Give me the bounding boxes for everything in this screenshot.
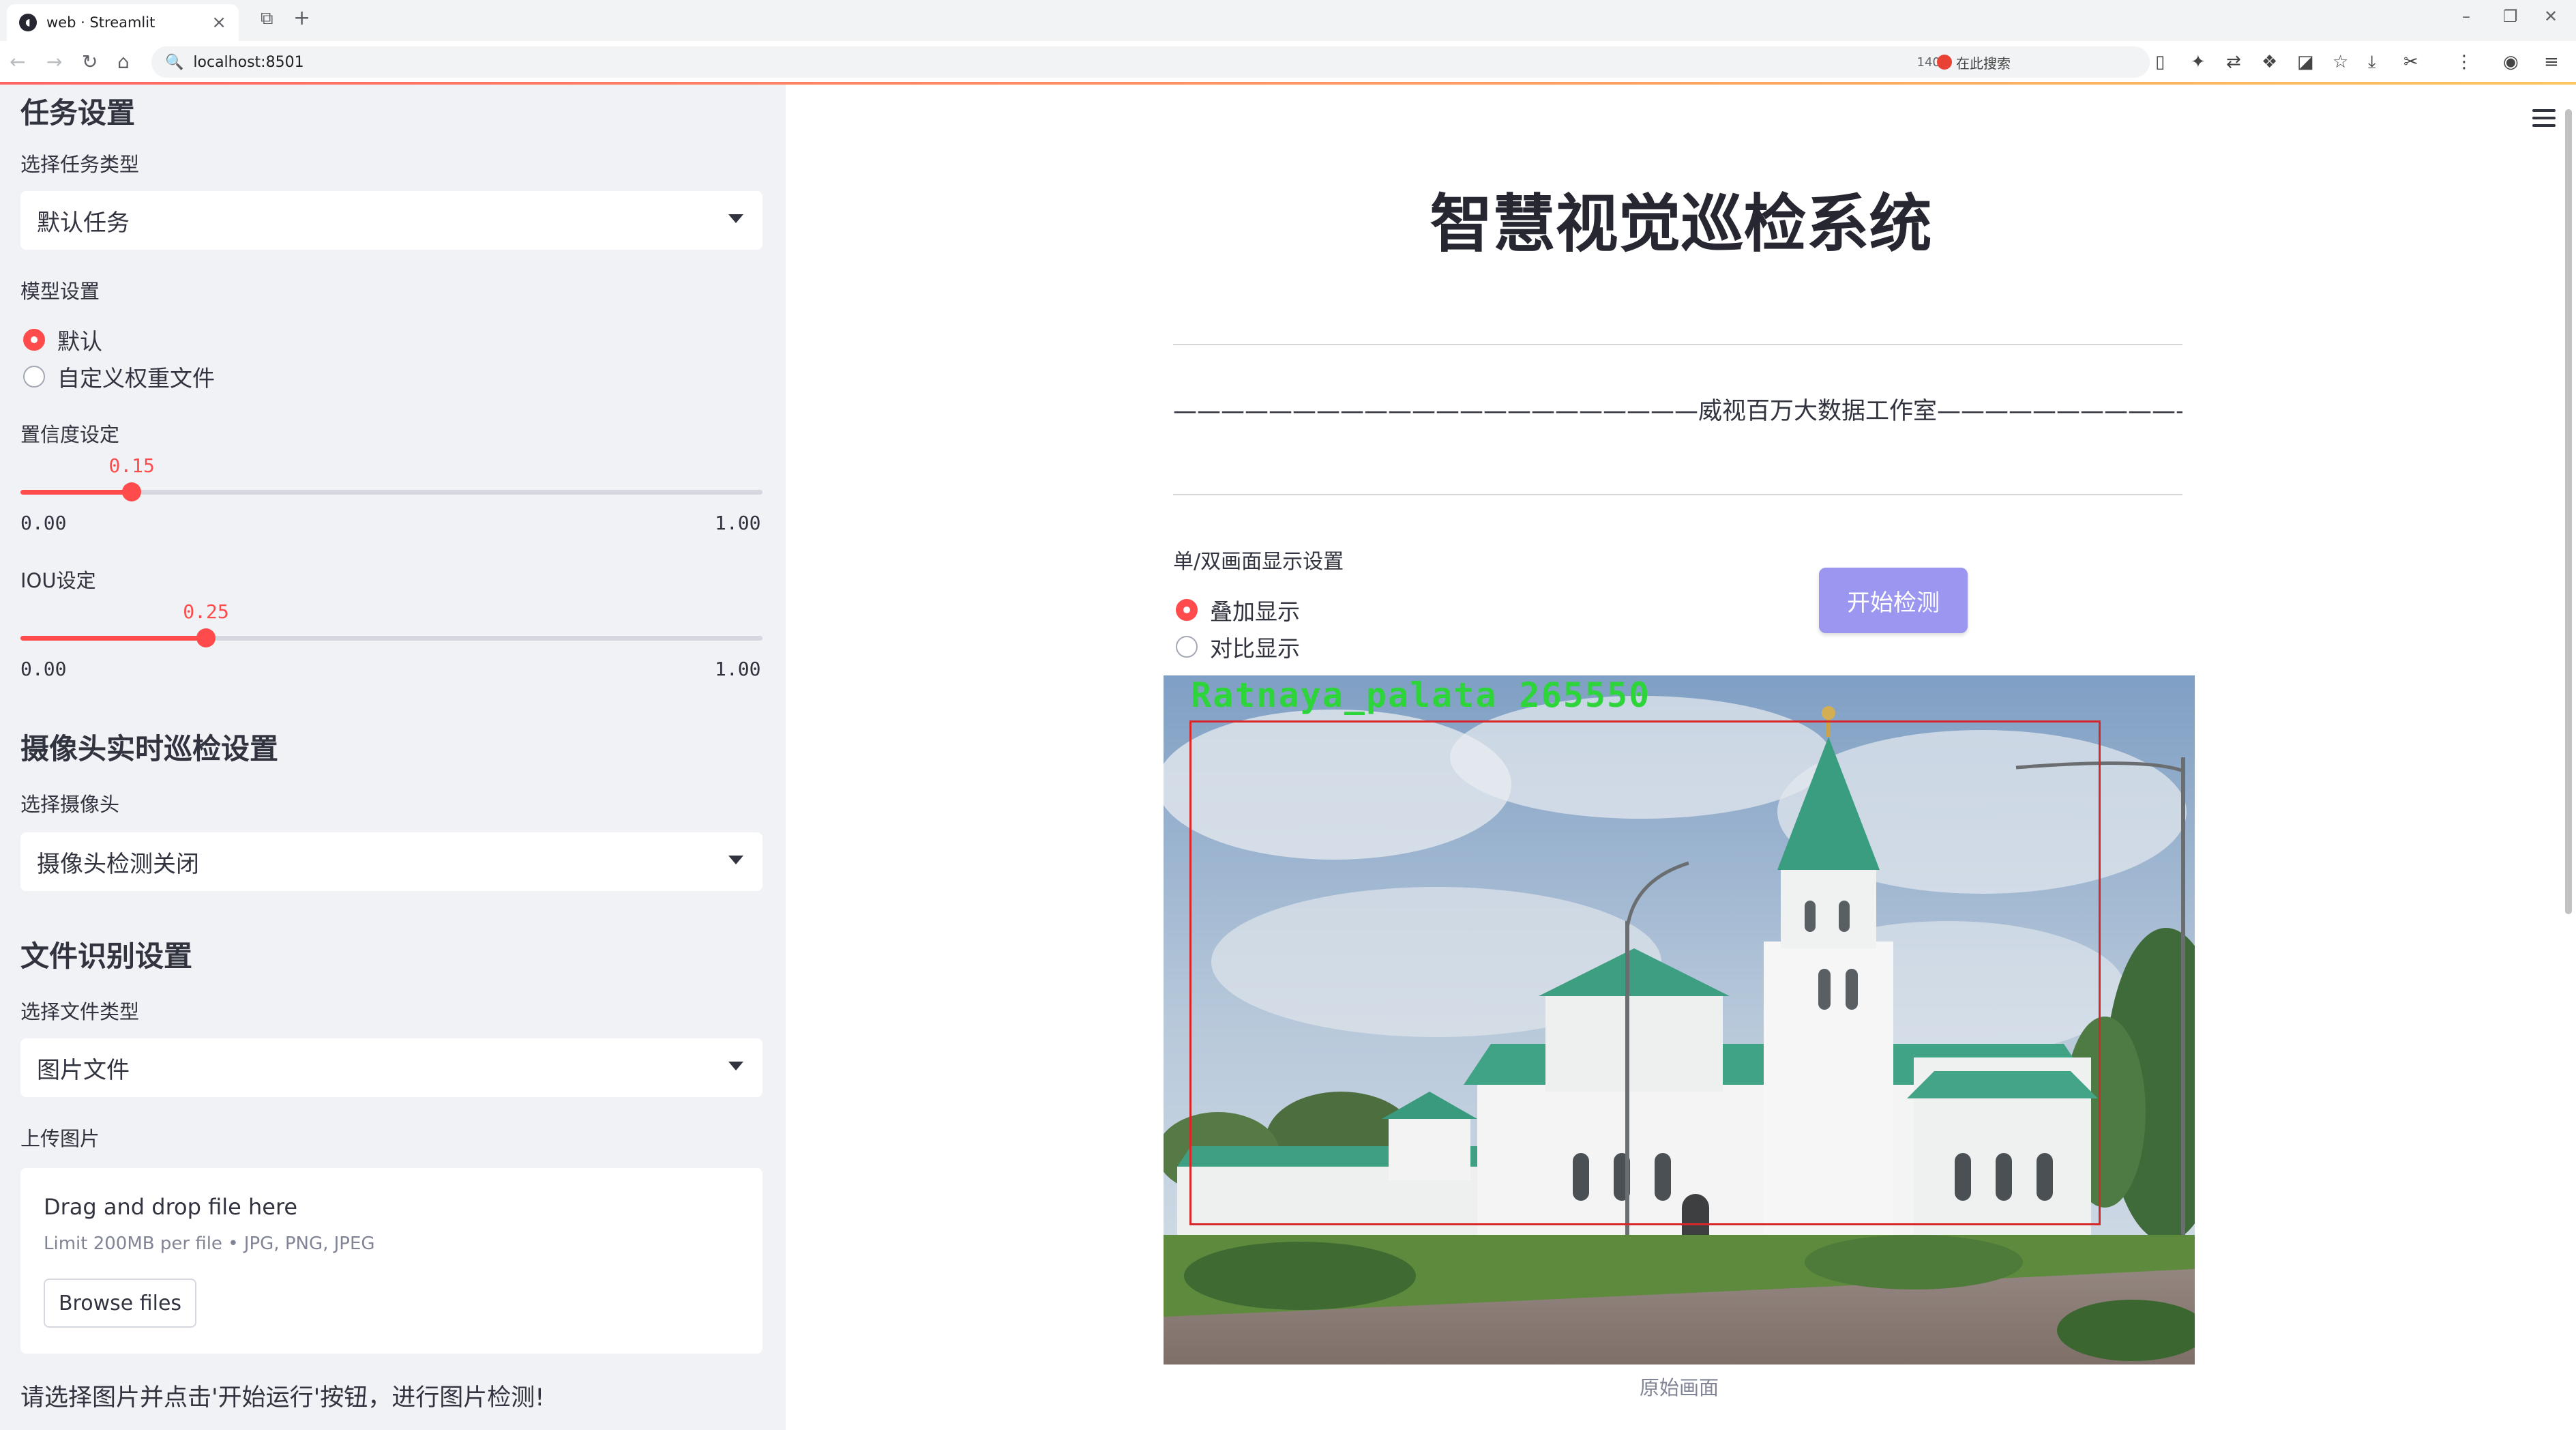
- model-label: 模型设置: [20, 280, 100, 303]
- radio-unchecked-icon: [23, 366, 45, 388]
- display-mode-label: 单/双画面显示设置: [1173, 550, 1344, 574]
- reload-icon[interactable]: ↻: [82, 50, 98, 73]
- model-option-label: 自定义权重文件: [57, 365, 215, 392]
- hamburger-menu-icon[interactable]: [2532, 109, 2556, 132]
- tab-group-icon[interactable]: ⧉: [261, 8, 273, 29]
- file-dropzone[interactable]: Drag and drop file here Limit 200MB per …: [20, 1168, 763, 1354]
- iou-slider-fill: [20, 636, 206, 641]
- app-icon[interactable]: ◪: [2297, 52, 2314, 72]
- dropzone-limit: Limit 200MB per file • JPG, PNG, JPEG: [44, 1234, 375, 1254]
- tab-title: web · Streamlit: [46, 14, 156, 31]
- display-option-label: 叠加显示: [1210, 598, 1300, 625]
- camera-select[interactable]: 摄像头检测关闭: [20, 832, 763, 891]
- file-type-label: 选择文件类型: [20, 1000, 140, 1023]
- radio-checked-icon: [1176, 599, 1198, 621]
- browser-tabbar: ◖ web · Streamlit × ⧉ + – ❐ ✕: [0, 0, 2576, 41]
- browser-menu-icon[interactable]: ≡: [2544, 52, 2559, 72]
- profile-avatar-icon[interactable]: ◉: [2503, 52, 2519, 72]
- address-input[interactable]: 🔍 localhost:8501 140%: [151, 46, 2150, 78]
- model-option-label: 默认: [57, 328, 102, 355]
- mobile-icon[interactable]: ▯: [2155, 52, 2165, 72]
- camera-label: 选择摄像头: [20, 793, 120, 816]
- iou-slider-max: 1.00: [715, 658, 761, 680]
- chevron-down-icon: [728, 214, 743, 223]
- translate-icon[interactable]: ⇄: [2226, 52, 2241, 72]
- upload-label: 上传图片: [20, 1127, 100, 1150]
- conf-label: 置信度设定: [20, 423, 120, 446]
- detection-bounding-box: [1189, 720, 2101, 1225]
- extension-icon[interactable]: ✦: [2191, 52, 2206, 72]
- conf-slider[interactable]: 0.15: [20, 454, 763, 501]
- display-radio-compare[interactable]: 对比显示: [1176, 630, 1300, 663]
- dropzone-title: Drag and drop file here: [44, 1194, 298, 1220]
- conf-slider-fill: [20, 490, 132, 495]
- puzzle-icon[interactable]: ❖: [2262, 52, 2277, 72]
- url-text: localhost:8501: [193, 53, 304, 71]
- task-type-select[interactable]: 默认任务: [20, 191, 763, 250]
- screenshot-icon[interactable]: ✂: [2403, 52, 2418, 72]
- new-tab-icon[interactable]: +: [293, 6, 310, 30]
- more-menu-icon[interactable]: ⋮: [2455, 52, 2473, 72]
- detection-label: Ratnaya_palata 265550: [1191, 675, 1651, 715]
- sidebar: 任务设置 选择任务类型 默认任务 模型设置 默认 自定义权重文件 置信度设定 0…: [0, 85, 786, 1430]
- iou-label: IOU设定: [20, 569, 96, 592]
- conf-slider-min: 0.00: [20, 512, 67, 534]
- camera-value: 摄像头检测关闭: [37, 850, 199, 878]
- browser-toolbar: ← → ↻ ⌂ 🔍 localhost:8501 140% 在此搜索 ▯ ✦ ⇄…: [0, 41, 2576, 83]
- page-subtitle: ——————————————————————威视百万大数据工作室————————…: [1173, 398, 2182, 425]
- close-tab-icon[interactable]: ×: [211, 12, 226, 33]
- streamlit-favicon-icon: ◖: [19, 14, 37, 31]
- browser-tab[interactable]: ◖ web · Streamlit ×: [7, 4, 239, 41]
- restore-icon[interactable]: ❐: [2503, 7, 2518, 26]
- main-content: 智慧视觉巡检系统 ——————————————————————威视百万大数据工作…: [786, 85, 2576, 1430]
- download-icon[interactable]: ⤓: [2368, 52, 2376, 73]
- task-type-label: 选择任务类型: [20, 153, 140, 176]
- search-engine-icon: [1937, 55, 1952, 70]
- sidebar-note: 请选择图片并点击'开始运行'按钮，进行图片检测!: [20, 1384, 545, 1412]
- site-info-icon[interactable]: 🔍: [165, 54, 183, 71]
- display-radio-overlay[interactable]: 叠加显示: [1176, 594, 1300, 626]
- forward-icon[interactable]: →: [46, 50, 62, 73]
- radio-unchecked-icon: [1176, 636, 1198, 658]
- bookmark-icon[interactable]: ☆: [2333, 52, 2348, 72]
- file-section-title: 文件识别设置: [20, 939, 193, 973]
- search-placeholder: 在此搜索: [1956, 55, 2011, 72]
- conf-slider-value: 0.15: [108, 454, 155, 477]
- iou-slider-value: 0.25: [183, 600, 229, 623]
- home-icon[interactable]: ⌂: [117, 50, 130, 73]
- divider: [1173, 494, 2182, 495]
- close-window-icon[interactable]: ✕: [2544, 7, 2558, 26]
- divider: [1173, 344, 2182, 345]
- page-title: 智慧视觉巡检系统: [1430, 188, 1932, 261]
- back-icon[interactable]: ←: [10, 50, 25, 73]
- display-option-label: 对比显示: [1210, 635, 1300, 662]
- model-radio-custom[interactable]: 自定义权重文件: [23, 360, 215, 393]
- iou-slider-min: 0.00: [20, 658, 67, 680]
- iou-slider-thumb[interactable]: [196, 628, 216, 647]
- radio-checked-icon: [23, 329, 45, 351]
- browse-files-button[interactable]: Browse files: [44, 1279, 196, 1328]
- file-type-value: 图片文件: [37, 1056, 130, 1084]
- chevron-down-icon: [728, 856, 743, 864]
- file-type-select[interactable]: 图片文件: [20, 1038, 763, 1097]
- task-section-title: 任务设置: [20, 96, 136, 130]
- model-radio-default[interactable]: 默认: [23, 323, 102, 356]
- conf-slider-max: 1.00: [715, 512, 761, 534]
- camera-section-title: 摄像头实时巡检设置: [20, 732, 279, 765]
- iou-slider[interactable]: 0.25: [20, 600, 763, 647]
- minimize-icon[interactable]: –: [2462, 7, 2470, 26]
- detection-result-image: Ratnaya_palata 265550: [1164, 675, 2195, 1365]
- browser-search-box[interactable]: 在此搜索: [1937, 49, 2142, 75]
- conf-slider-thumb[interactable]: [122, 482, 142, 501]
- start-detection-button[interactable]: 开始检测: [1819, 568, 1968, 633]
- task-type-value: 默认任务: [37, 209, 130, 237]
- chevron-down-icon: [728, 1062, 743, 1070]
- image-caption: 原始画面: [1639, 1376, 1719, 1399]
